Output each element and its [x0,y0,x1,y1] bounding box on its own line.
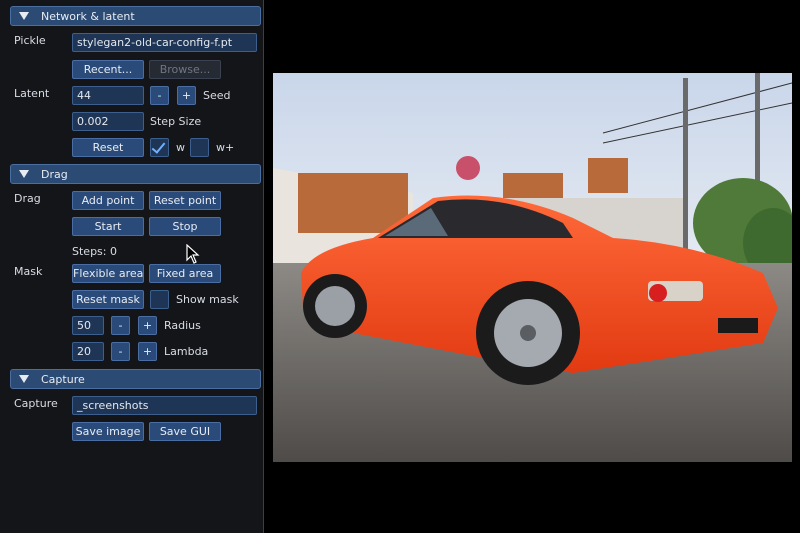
mask-label: Mask [14,265,43,278]
generated-image-canvas[interactable] [273,73,792,462]
save-image-button[interactable]: Save image [72,422,144,441]
latent-label: Latent [14,87,50,100]
seed-input[interactable]: 44 [72,86,144,105]
stop-button[interactable]: Stop [149,217,221,236]
w-label: w [176,141,185,154]
show-mask-checkbox[interactable] [150,290,169,309]
radius-input[interactable]: 50 [72,316,104,335]
lambda-decrement-button[interactable]: - [111,342,130,361]
radius-increment-button[interactable]: + [138,316,157,335]
lambda-increment-button[interactable]: + [138,342,157,361]
checkmark-icon [151,139,166,154]
section-title: Capture [41,372,85,386]
step-size-label: Step Size [150,115,202,128]
pickle-label: Pickle [14,34,46,47]
reset-latent-button[interactable]: Reset [72,138,144,157]
save-gui-button[interactable]: Save GUI [149,422,221,441]
section-title: Network & latent [41,9,135,23]
lambda-label: Lambda [164,345,209,358]
capture-dir-input[interactable]: _screenshots [72,396,257,415]
collapse-triangle-icon [19,170,29,178]
lambda-input[interactable]: 20 [72,342,104,361]
collapse-triangle-icon [19,375,29,383]
section-drag-header[interactable]: Drag [10,164,261,184]
start-button[interactable]: Start [72,217,144,236]
pickle-input[interactable]: stylegan2-old-car-config-f.pt [72,33,257,52]
car-image [273,73,792,462]
add-point-button[interactable]: Add point [72,191,144,210]
seed-decrement-button[interactable]: - [150,86,169,105]
section-network-latent-header[interactable]: Network & latent [10,6,261,26]
drag-label: Drag [14,192,41,205]
fixed-area-button[interactable]: Fixed area [149,264,221,283]
capture-label: Capture [14,397,58,410]
mouse-cursor-icon [186,244,200,264]
browse-button[interactable]: Browse... [149,60,221,79]
w-plus-checkbox[interactable] [190,138,209,157]
reset-point-button[interactable]: Reset point [149,191,221,210]
step-size-input[interactable]: 0.002 [72,112,144,131]
w-plus-label: w+ [216,141,235,154]
reset-mask-button[interactable]: Reset mask [72,290,144,309]
radius-decrement-button[interactable]: - [111,316,130,335]
w-checkbox[interactable] [150,138,169,157]
flexible-area-button[interactable]: Flexible area [72,264,144,283]
steps-counter: Steps: 0 [72,245,117,258]
section-title: Drag [41,167,68,181]
show-mask-label: Show mask [176,293,239,306]
seed-increment-button[interactable]: + [177,86,196,105]
section-capture-header[interactable]: Capture [10,369,261,389]
radius-label: Radius [164,319,201,332]
collapse-triangle-icon [19,12,29,20]
recent-button[interactable]: Recent... [72,60,144,79]
control-panel: Network & latent Pickle stylegan2-old-ca… [0,0,264,533]
seed-label: Seed [203,89,231,102]
